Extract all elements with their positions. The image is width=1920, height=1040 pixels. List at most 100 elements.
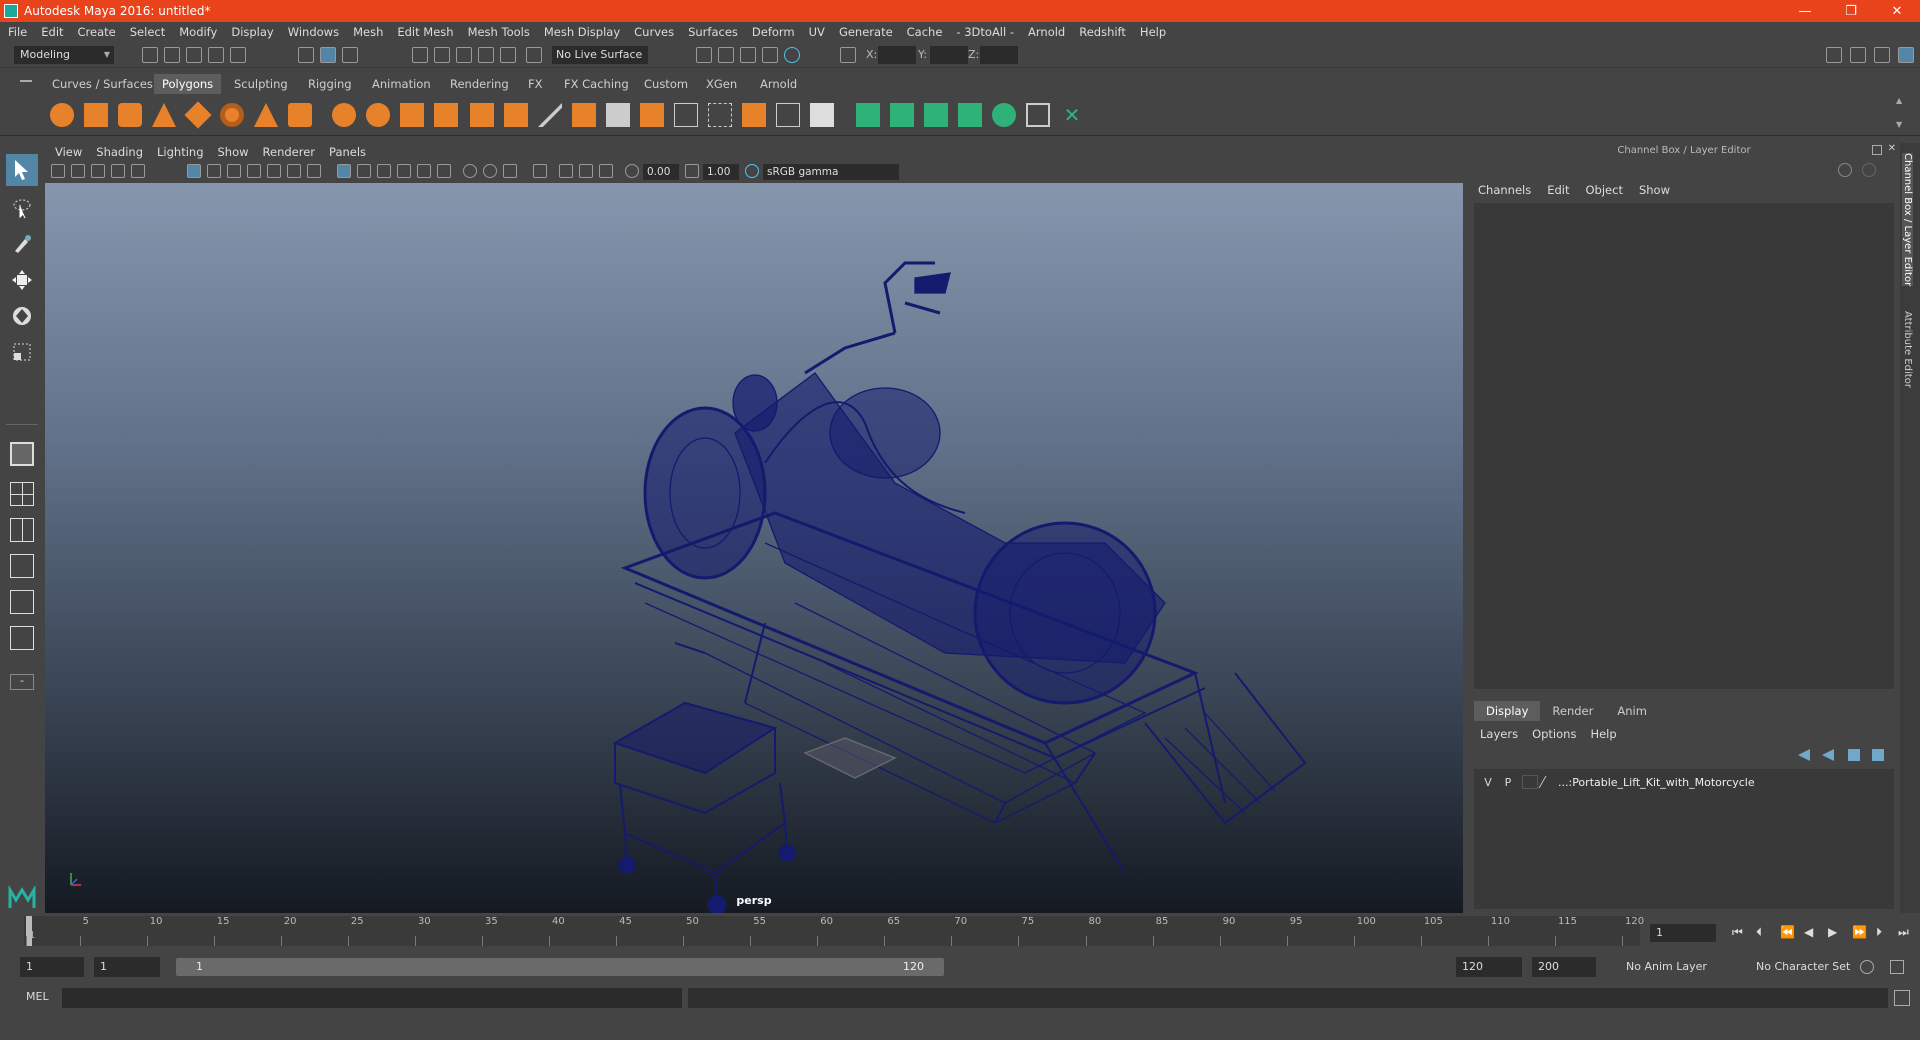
textured-icon[interactable] (397, 164, 411, 178)
menu-create[interactable]: Create (78, 25, 116, 39)
layer-playback-toggle[interactable]: P (1498, 776, 1518, 789)
menu-help[interactable]: Help (1140, 25, 1166, 39)
select-object-icon[interactable] (320, 47, 336, 63)
play-forwards-icon[interactable]: ▶ (1828, 925, 1837, 939)
vp-menu-panels[interactable]: Panels (329, 145, 366, 159)
menu-select[interactable]: Select (130, 25, 165, 39)
bookmark-icon[interactable] (91, 164, 105, 178)
character-set-select[interactable]: No Character Set (1756, 957, 1850, 977)
channel-box-icon[interactable] (1898, 47, 1914, 63)
image-plane-icon[interactable] (111, 164, 125, 178)
select-edge-loop-icon[interactable] (856, 103, 880, 127)
open-scene-icon[interactable] (164, 47, 180, 63)
motion-blur-icon[interactable] (483, 164, 497, 178)
menu-redshift[interactable]: Redshift (1079, 25, 1126, 39)
layer-menu-options[interactable]: Options (1532, 727, 1576, 741)
cb-menu-channels[interactable]: Channels (1478, 183, 1531, 197)
menu-deform[interactable]: Deform (752, 25, 795, 39)
live-surface-field[interactable]: No Live Surface (552, 46, 648, 64)
tab-sculpting[interactable]: Sculpting (226, 74, 296, 94)
paint-select-tool-icon[interactable] (6, 228, 38, 260)
tab-fx-caching[interactable]: FX Caching (556, 74, 637, 94)
current-frame-field[interactable]: 1 (1650, 924, 1716, 942)
render-frame-icon[interactable] (718, 47, 734, 63)
snap-point-icon[interactable] (456, 47, 472, 63)
tab-xgen[interactable]: XGen (698, 74, 745, 94)
step-forward-key-icon[interactable]: ⏩ (1852, 925, 1867, 939)
poly-plane-icon[interactable] (184, 101, 212, 129)
shelf-scroll-up-icon[interactable]: ▲ (1896, 96, 1902, 105)
exposure-icon[interactable] (625, 164, 639, 178)
select-component-icon[interactable] (342, 47, 358, 63)
resolution-gate-icon[interactable] (227, 164, 241, 178)
use-all-lights-icon[interactable] (417, 164, 431, 178)
playback-end-field[interactable]: 120 (1456, 957, 1522, 977)
cb-menu-object[interactable]: Object (1586, 183, 1623, 197)
move-layer-up-icon[interactable] (1798, 749, 1810, 761)
snap-surface-icon[interactable] (500, 47, 516, 63)
menu-windows[interactable]: Windows (288, 25, 339, 39)
single-pane-layout-icon[interactable] (6, 438, 38, 470)
tab-arnold[interactable]: Arnold (752, 74, 805, 94)
layer-row[interactable]: V P ...:Portable_Lift_Kit_with_Motorcycl… (1478, 773, 1890, 791)
tab-polygons[interactable]: Polygons (154, 74, 222, 94)
combine-icon[interactable] (332, 103, 356, 127)
layer-menu-help[interactable]: Help (1590, 727, 1616, 741)
tab-render[interactable]: Render (1540, 701, 1605, 721)
soft-select-icon[interactable]: ✕ (1060, 103, 1084, 127)
menu-file[interactable]: File (8, 25, 27, 39)
2d-pan-icon[interactable] (131, 164, 145, 178)
tab-animation[interactable]: Animation (364, 74, 439, 94)
layer-menu-layers[interactable]: Layers (1480, 727, 1518, 741)
menu-mesh[interactable]: Mesh (353, 25, 383, 39)
tab-custom[interactable]: Custom (636, 74, 696, 94)
gate-mask-icon[interactable] (247, 164, 261, 178)
field-chart-icon[interactable] (267, 164, 281, 178)
grow-selection-icon[interactable] (992, 103, 1016, 127)
go-to-start-icon[interactable]: ⏮ (1732, 925, 1743, 940)
hypershade-layout-icon[interactable] (6, 622, 38, 654)
x-field[interactable] (878, 46, 916, 64)
menu-mesh-display[interactable]: Mesh Display (544, 25, 620, 39)
film-gate-icon[interactable] (207, 164, 221, 178)
channel-list[interactable] (1474, 203, 1894, 689)
menu-generate[interactable]: Generate (839, 25, 893, 39)
screen-space-ao-icon[interactable] (463, 164, 477, 178)
gamma-icon[interactable] (685, 164, 699, 178)
render-view-icon[interactable] (696, 47, 712, 63)
bridge-icon[interactable] (572, 103, 596, 127)
play-backwards-icon[interactable]: ◀ (1804, 925, 1813, 939)
layout-options-icon[interactable]: - (6, 666, 38, 698)
y-field[interactable] (930, 46, 968, 64)
restore-button[interactable]: ❐ (1828, 0, 1874, 22)
side-tab-channel-box[interactable]: Channel Box / Layer Editor (1902, 153, 1913, 287)
menu-surfaces[interactable]: Surfaces (688, 25, 738, 39)
side-tab-attribute-editor[interactable]: Attribute Editor (1902, 311, 1913, 388)
color-management-icon[interactable] (745, 164, 759, 178)
grid-icon[interactable] (187, 164, 201, 178)
color-space-select[interactable]: sRGB gamma (763, 164, 899, 180)
mode-selector[interactable]: Modeling (14, 46, 114, 64)
tab-fx[interactable]: FX (520, 74, 551, 94)
float-panel-icon[interactable] (1872, 145, 1882, 155)
poly-torus-icon[interactable] (220, 103, 244, 127)
tab-display[interactable]: Display (1474, 701, 1541, 721)
rotate-tool-icon[interactable] (6, 300, 38, 332)
script-editor-icon[interactable] (1894, 990, 1910, 1006)
range-bar[interactable]: 1 120 (176, 958, 944, 976)
shelf-scroll-down-icon[interactable]: ▼ (1896, 120, 1902, 129)
close-button[interactable]: ✕ (1874, 0, 1920, 22)
command-input[interactable] (62, 988, 682, 1008)
tab-curves-surfaces[interactable]: Curves / Surfaces (44, 74, 161, 94)
minimize-button[interactable]: — (1782, 0, 1828, 22)
tab-anim[interactable]: Anim (1605, 701, 1659, 721)
planar-map-icon[interactable] (674, 103, 698, 127)
viewport-canvas[interactable]: persp (45, 183, 1463, 913)
mirror-icon[interactable] (742, 103, 766, 127)
step-back-frame-icon[interactable]: ⏴ (1756, 925, 1762, 940)
new-layer-icon[interactable] (1848, 749, 1860, 761)
wireframe-icon[interactable] (337, 164, 351, 178)
shelf-menu-icon[interactable] (20, 80, 32, 82)
extrude-icon[interactable] (504, 103, 528, 127)
close-panel-icon[interactable]: ✕ (1888, 143, 1896, 154)
